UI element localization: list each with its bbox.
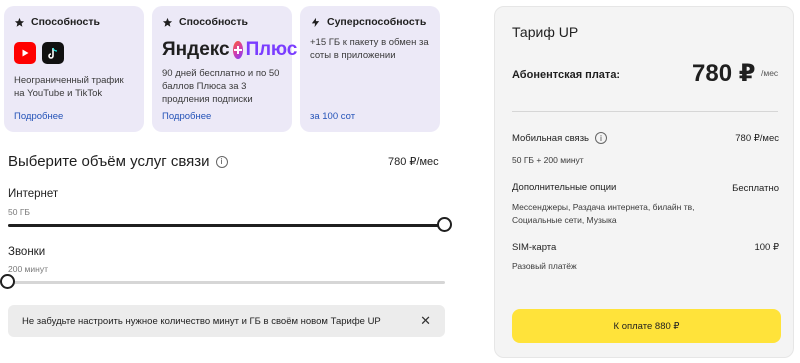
plus-icon [232,41,243,59]
mobile-connection-price: 780 ₽/мес [735,133,779,144]
extra-options-label-text: Дополнительные опции [512,182,617,193]
lightning-icon [311,17,320,27]
sim-card-label: SIM-карта [512,242,556,253]
divider [512,111,778,112]
card-heading-text: Суперспособность [327,16,427,28]
info-icon[interactable]: i [215,155,228,168]
yandex-plus-logo: Яндекс Плюс [162,39,297,61]
yandex-plus-logo-plus: Плюс [245,39,298,60]
yandex-plus-logo-brand: Яндекс [162,39,230,60]
star-icon [14,17,25,27]
card-description: Неограниченный трафик на YouTube и TikTo… [14,75,124,99]
feature-card-super-ability: Суперспособность +15 ГБ к пакету в обмен… [300,6,440,132]
card-heading-text: Способность [179,16,248,28]
extra-options-label: Дополнительные опции [512,182,616,193]
internet-slider-handle[interactable] [437,217,452,232]
feature-card-youtube-tiktok: Способность Неограниченный трафик на You… [4,6,144,132]
sim-card-price: 100 ₽ [754,242,779,253]
internet-label: Интернет [8,188,59,200]
mobile-connection-label: Мобильная связь i [512,132,607,144]
card-heading: Суперспособность [310,14,430,30]
mobile-connection-label-text: Мобильная связь [512,132,589,144]
card-description: 90 дней бесплатно и по 50 баллов Плюса з… [162,68,280,105]
tiktok-icon [42,42,64,64]
feature-card-yandex-plus: Способность Яндекс Плюс 90 дней бесплатн… [152,6,297,132]
subscription-fee-price: 780 ₽ [692,60,756,87]
reminder-notice: Не забудьте настроить нужное количество … [8,305,445,337]
sim-card-label-text: SIM-карта [512,242,557,253]
card-more-link[interactable]: Подробнее [14,111,63,122]
mobile-connection-details: 50 ГБ + 200 минут [512,155,584,165]
services-volume-title: Выберите объём услуг связи [8,153,210,170]
internet-slider-fill [8,224,445,227]
card-heading: Способность [14,14,134,30]
tariff-title: Тариф UP [512,24,579,40]
internet-slider[interactable] [8,217,452,232]
tariff-summary-panel: Тариф UP Абонентская плата: 780 ₽ /мес М… [494,6,794,358]
pay-button[interactable]: К оплате 880 ₽ [512,309,781,343]
star-icon [162,17,173,27]
calls-value: 200 минут [8,264,48,274]
youtube-icon [14,42,36,64]
sim-card-details: Разовый платёж [512,261,577,271]
extra-options-price: Бесплатно [732,183,779,194]
calls-slider[interactable] [0,274,445,289]
app-logos [14,42,134,64]
card-sots-link[interactable]: за 100 сот [310,111,355,122]
close-icon[interactable]: ✕ [420,313,431,329]
card-description: +15 ГБ к пакету в обмен за соты в прилож… [310,37,429,61]
info-icon[interactable]: i [595,132,607,144]
reminder-notice-text: Не забудьте настроить нужное количество … [22,315,381,327]
card-heading: Способность [162,14,282,30]
card-more-link[interactable]: Подробнее [162,111,211,122]
calls-label: Звонки [8,246,46,258]
extra-options-details: Мессенджеры, Раздача интернета, билайн т… [512,202,695,225]
internet-value: 50 ГБ [8,207,30,217]
services-volume-heading: Выберите объём услуг связи i [8,153,228,170]
subscription-fee-label: Абонентская плата: [512,69,621,81]
subscription-fee-unit: /мес [761,68,779,78]
card-heading-text: Способность [31,16,100,28]
section-price: 780 ₽/мес [388,156,439,168]
calls-slider-handle[interactable] [0,274,15,289]
